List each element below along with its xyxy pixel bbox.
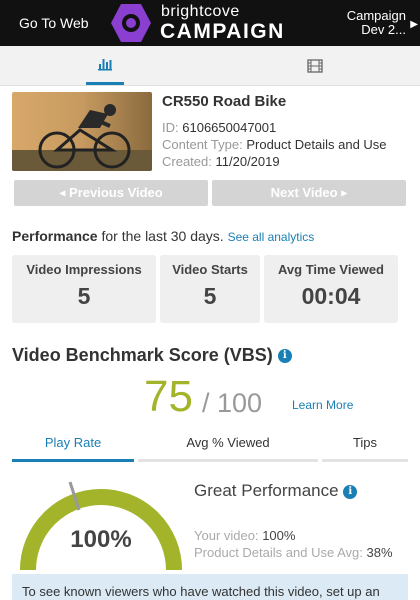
next-video-label: Next Video — [270, 185, 338, 200]
stat-value: 00:04 — [301, 283, 361, 309]
stat-video-starts: Video Starts 5 — [160, 255, 260, 323]
tab-video[interactable] — [296, 46, 334, 85]
info-icon[interactable]: i — [343, 484, 358, 499]
cyclist-thumbnail-image — [12, 92, 152, 171]
content-type-label: Content Type: — [162, 137, 243, 152]
tab-avg-viewed[interactable]: Avg % Viewed — [138, 432, 318, 462]
campaign-label: Campaign — [346, 8, 406, 23]
film-icon — [307, 58, 323, 73]
stat-label: Video Starts — [172, 262, 248, 277]
tab-play-rate[interactable]: Play Rate — [12, 432, 134, 462]
video-id-value: 6106650047001 — [182, 120, 277, 135]
video-id: ID: 6106650047001 — [162, 120, 276, 135]
stat-label: Avg Time Viewed — [278, 262, 384, 277]
created-label: Created: — [162, 154, 212, 169]
caret-right-icon: ▶ — [410, 19, 418, 30]
tab-analytics[interactable] — [86, 46, 124, 85]
performance-rating-text: Great Performance — [194, 481, 339, 500]
campaign-name: Dev 2... — [361, 22, 406, 37]
logo-brightcove-text: brightcove — [161, 3, 240, 20]
video-created: Created: 11/20/2019 — [162, 154, 280, 169]
stat-label: Video Impressions — [26, 262, 142, 277]
vbs-title-text: Video Benchmark Score (VBS) — [12, 345, 273, 365]
vbs-title: Video Benchmark Score (VBS) i — [12, 345, 292, 366]
notice-text: To see known viewers who have watched th… — [22, 584, 380, 599]
stat-value: 5 — [203, 283, 217, 309]
performance-period: for the last 30 days. — [101, 228, 224, 244]
vbs-tabs: Play Rate Avg % Viewed Tips — [12, 432, 408, 462]
your-video-value: 100% — [262, 528, 296, 543]
video-id-label: ID: — [162, 120, 179, 135]
brightcove-logo-icon — [111, 4, 151, 42]
stat-video-impressions: Video Impressions 5 — [12, 255, 156, 323]
campaign-selector[interactable]: Campaign Dev 2... ▶ — [346, 8, 418, 37]
go-to-web-link[interactable]: Go To Web — [19, 15, 89, 31]
known-viewers-notice: To see known viewers who have watched th… — [12, 574, 408, 600]
your-video-rate: Your video: 100% — [194, 528, 295, 543]
video-title: CR550 Road Bike — [162, 93, 287, 110]
category-average-value: 38% — [366, 545, 393, 560]
tab-tips[interactable]: Tips — [322, 432, 408, 462]
logo-campaign-text: CAMPAIGN — [160, 20, 285, 43]
stat-avg-time-viewed: Avg Time Viewed 00:04 — [264, 255, 398, 323]
category-average-rate: Product Details and Use Avg: 38% — [194, 545, 393, 560]
caret-right-icon: ▶ — [341, 188, 348, 198]
vbs-out-of: / 100 — [202, 388, 263, 418]
your-video-label: Your video: — [194, 528, 259, 543]
next-video-button[interactable]: Next Video ▶ — [212, 180, 406, 206]
created-value: 11/20/2019 — [215, 154, 280, 169]
stat-value: 5 — [77, 283, 91, 309]
play-rate-gauge — [20, 481, 182, 570]
caret-left-icon: ◀ — [59, 188, 66, 198]
view-tabs — [0, 46, 420, 86]
performance-heading: Performance for the last 30 days. See al… — [12, 228, 314, 244]
learn-more-link[interactable]: Learn More — [292, 398, 353, 412]
info-icon[interactable]: i — [277, 349, 292, 364]
previous-video-label: Previous Video — [69, 185, 163, 200]
content-type-value: Product Details and Use — [246, 137, 387, 152]
video-thumbnail[interactable] — [12, 92, 152, 171]
top-bar: Go To Web brightcove CAMPAIGN Campaign D… — [0, 0, 420, 46]
see-all-analytics-link[interactable]: See all analytics — [228, 230, 315, 244]
previous-video-button[interactable]: ◀ Previous Video — [14, 180, 208, 206]
bar-chart-icon — [98, 59, 112, 71]
performance-label: Performance — [12, 228, 98, 244]
gauge-value: 100% — [70, 526, 132, 553]
performance-rating: Great Performance i — [194, 481, 358, 501]
video-content-type: Content Type: Product Details and Use — [162, 137, 387, 152]
category-average-label: Product Details and Use Avg: — [194, 545, 363, 560]
vbs-score: 75 — [144, 372, 193, 421]
brightcove-campaign-logo: brightcove CAMPAIGN — [110, 3, 295, 43]
